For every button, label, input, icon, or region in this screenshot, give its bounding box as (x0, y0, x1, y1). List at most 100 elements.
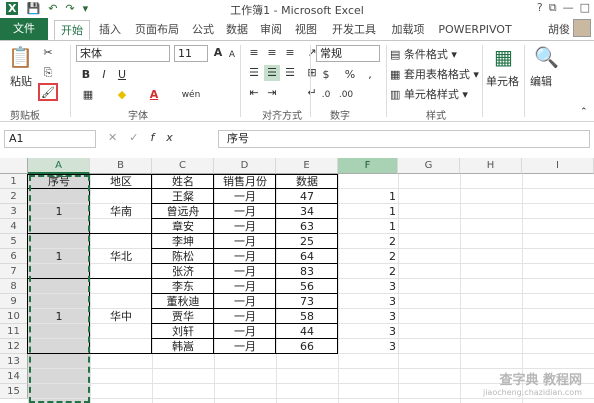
name-cell[interactable]: 董秋迪 (154, 294, 212, 309)
bold-button[interactable]: B (78, 67, 94, 83)
align-left-icon[interactable]: ☰ (246, 65, 262, 81)
row-header-1[interactable]: 1 (0, 174, 28, 189)
tab-developer[interactable]: 开发工具 (326, 20, 382, 40)
data-cell[interactable]: 58 (278, 309, 336, 324)
increase-decimal-icon[interactable]: .0 (318, 87, 334, 103)
header-cell[interactable]: 数据 (278, 174, 336, 189)
restore-ribbon-icon[interactable]: ⧉ (549, 1, 557, 15)
format-painter-icon[interactable]: 🖌 (38, 83, 58, 101)
increase-indent-icon[interactable]: ⇥ (264, 85, 280, 101)
name-cell[interactable]: 陈松 (154, 249, 212, 264)
row-header-15[interactable]: 15 (0, 384, 28, 399)
italic-button[interactable]: I (96, 67, 112, 83)
conditional-formatting-button[interactable]: ▤ 条件格式 ▾ (390, 46, 457, 62)
align-bottom-icon[interactable]: ≡ (282, 45, 298, 61)
row-header-2[interactable]: 2 (0, 189, 28, 204)
column-header-d[interactable]: D (214, 158, 276, 174)
fill-color-icon[interactable]: ◆ (114, 87, 130, 103)
row-header-4[interactable]: 4 (0, 219, 28, 234)
tab-page-layout[interactable]: 页面布局 (130, 20, 184, 40)
col-f-cell[interactable]: 2 (340, 264, 396, 279)
data-cell[interactable]: 25 (278, 234, 336, 249)
row-header-14[interactable]: 14 (0, 369, 28, 384)
col-f-cell[interactable]: 1 (340, 189, 396, 204)
name-cell[interactable]: 章安 (154, 219, 212, 234)
name-cell[interactable]: 刘轩 (154, 324, 212, 339)
name-cell[interactable]: 李东 (154, 279, 212, 294)
row-header-7[interactable]: 7 (0, 264, 28, 279)
tab-home[interactable]: 开始 (54, 20, 90, 40)
tab-addins[interactable]: 加载项 (386, 20, 430, 40)
tab-data[interactable]: 数据 (222, 20, 252, 40)
name-cell[interactable]: 王粲 (154, 189, 212, 204)
row-header-5[interactable]: 5 (0, 234, 28, 249)
editing-icon[interactable]: 🔍 (534, 45, 559, 69)
align-right-icon[interactable]: ☰ (282, 65, 298, 81)
month-cell[interactable]: 一月 (216, 324, 274, 339)
row-header-12[interactable]: 12 (0, 339, 28, 354)
cut-icon[interactable]: ✂ (40, 45, 56, 61)
editing-button[interactable]: 编辑 (530, 73, 552, 89)
column-header-g[interactable]: G (398, 158, 460, 174)
month-cell[interactable]: 一月 (216, 189, 274, 204)
row-header-11[interactable]: 11 (0, 324, 28, 339)
col-f-cell[interactable]: 3 (340, 339, 396, 354)
merged-cell-region[interactable]: 华南 (92, 204, 150, 219)
name-cell[interactable]: 贾华 (154, 309, 212, 324)
tab-review[interactable]: 审阅 (256, 20, 286, 40)
align-middle-icon[interactable]: ≡ (264, 45, 280, 61)
data-cell[interactable]: 63 (278, 219, 336, 234)
insert-function-icon[interactable]: fx (150, 131, 184, 144)
currency-icon[interactable]: $ (318, 67, 334, 83)
copy-icon[interactable]: ⎘ (40, 65, 56, 81)
month-cell[interactable]: 一月 (216, 279, 274, 294)
row-header-13[interactable]: 13 (0, 354, 28, 369)
data-cell[interactable]: 56 (278, 279, 336, 294)
name-cell[interactable]: 韩嵩 (154, 339, 212, 354)
select-all-corner[interactable] (0, 158, 28, 174)
tab-file[interactable]: 文件 (0, 18, 48, 40)
name-box[interactable]: A1 (4, 130, 96, 148)
maximize-icon[interactable]: □ (580, 1, 590, 15)
tab-powerpivot[interactable]: POWERPIVOT (432, 20, 518, 40)
font-name-select[interactable]: 宋体 (76, 45, 170, 62)
format-as-table-button[interactable]: ▦ 套用表格格式 ▾ (390, 66, 479, 82)
avatar[interactable] (573, 19, 591, 37)
percent-icon[interactable]: % (342, 67, 358, 83)
name-cell[interactable]: 曾远舟 (154, 204, 212, 219)
paste-icon[interactable]: 📋 (8, 45, 33, 69)
name-cell[interactable]: 张济 (154, 264, 212, 279)
col-f-cell[interactable]: 1 (340, 219, 396, 234)
font-size-select[interactable]: 11 (174, 45, 208, 62)
col-f-cell[interactable]: 3 (340, 294, 396, 309)
paste-button[interactable]: 粘贴 (10, 73, 32, 89)
enter-icon[interactable]: ✓ (129, 131, 150, 144)
month-cell[interactable]: 一月 (216, 219, 274, 234)
number-format-select[interactable]: 常规 (316, 45, 380, 62)
column-header-i[interactable]: I (522, 158, 594, 174)
data-cell[interactable]: 44 (278, 324, 336, 339)
tab-formulas[interactable]: 公式 (188, 20, 218, 40)
help-icon[interactable]: ? (537, 1, 543, 15)
month-cell[interactable]: 一月 (216, 339, 274, 354)
data-cell[interactable]: 47 (278, 189, 336, 204)
align-top-icon[interactable]: ≡ (246, 45, 262, 61)
col-f-cell[interactable]: 3 (340, 324, 396, 339)
month-cell[interactable]: 一月 (216, 309, 274, 324)
col-f-cell[interactable]: 3 (340, 309, 396, 324)
tab-insert[interactable]: 插入 (94, 20, 126, 40)
data-cell[interactable]: 66 (278, 339, 336, 354)
phonetic-icon[interactable]: wén (178, 87, 204, 103)
comma-icon[interactable]: , (362, 67, 378, 83)
decrease-decimal-icon[interactable]: .00 (338, 87, 354, 103)
column-header-h[interactable]: H (460, 158, 522, 174)
month-cell[interactable]: 一月 (216, 204, 274, 219)
header-cell[interactable]: 地区 (92, 174, 150, 189)
data-cell[interactable]: 83 (278, 264, 336, 279)
row-header-10[interactable]: 10 (0, 309, 28, 324)
row-header-3[interactable]: 3 (0, 204, 28, 219)
shrink-font-icon[interactable]: A (224, 47, 240, 63)
merged-cell-region[interactable]: 华中 (92, 309, 150, 324)
data-cell[interactable]: 73 (278, 294, 336, 309)
cell-styles-button[interactable]: ▥ 单元格样式 ▾ (390, 86, 468, 102)
